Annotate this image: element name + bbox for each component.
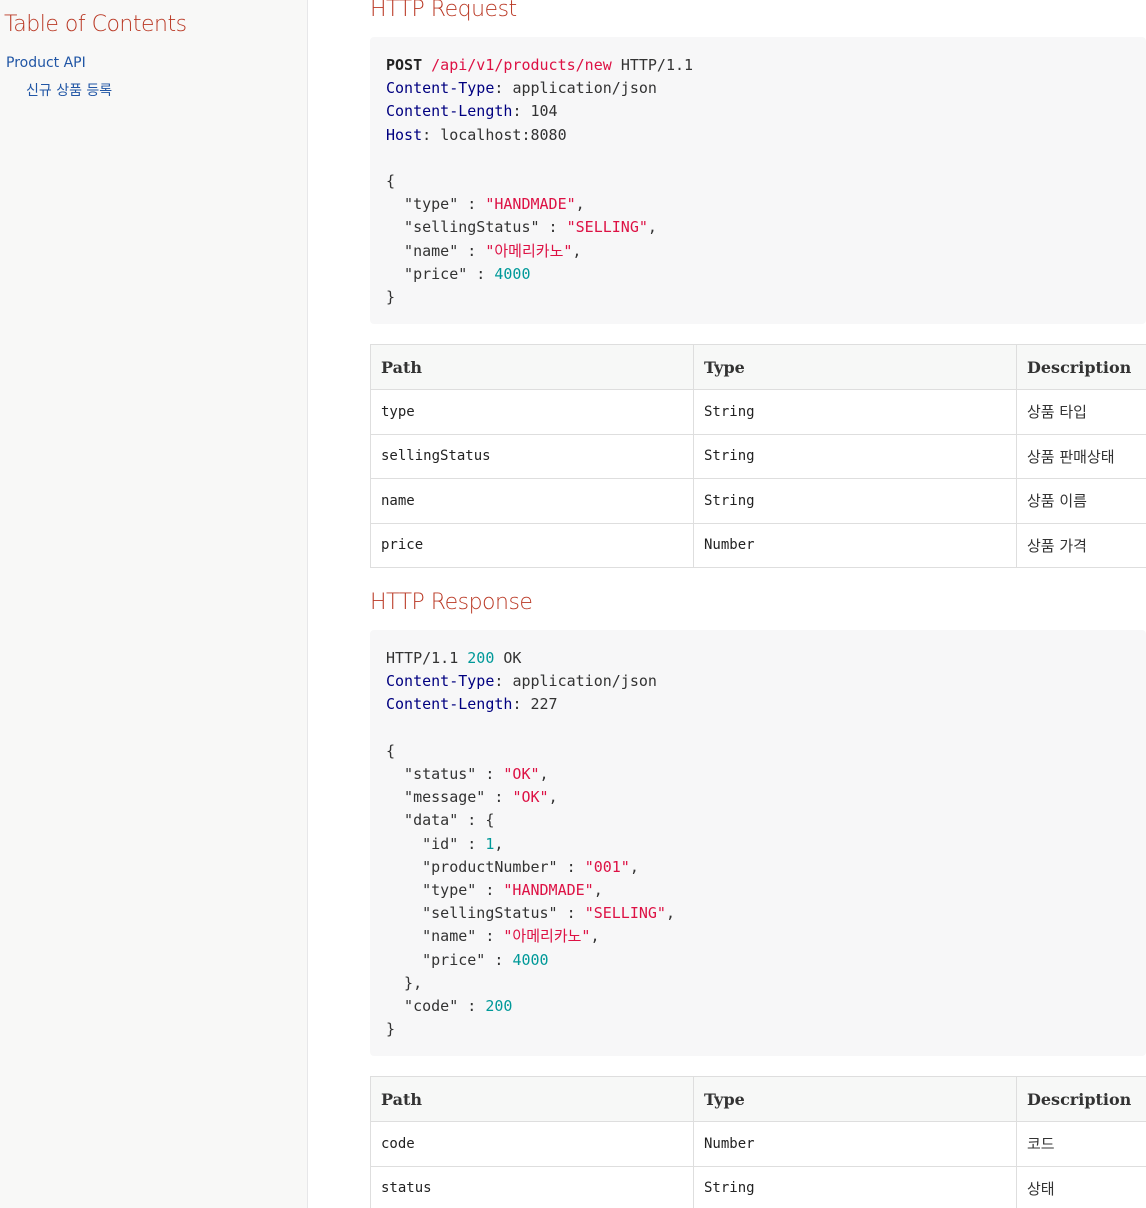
table-row: name String 상품 이름 (370, 478, 1146, 524)
column-header-path: Path (370, 344, 694, 390)
request-header-name: Content-Type (386, 79, 495, 98)
request-header-value: application/json (512, 79, 657, 98)
request-header-value: 104 (530, 102, 558, 121)
field-type: String (693, 1165, 1017, 1208)
http-response-listing: HTTP/1.1 200 OK Content-Type: applicatio… (370, 630, 1146, 1056)
column-header-type: Type (693, 1076, 1017, 1122)
response-data-price: 4000 (512, 950, 549, 969)
column-header-path: Path (370, 1076, 694, 1122)
toc-sidebar: Table of Contents Product API 신규 상품 등록 (0, 0, 308, 1208)
field-path: code (370, 1121, 694, 1167)
field-description: 상품 이름 (1016, 478, 1146, 524)
http-request-code: POST /api/v1/products/new HTTP/1.1 Conte… (386, 56, 694, 307)
field-path: price (370, 522, 694, 568)
http-response-heading: HTTP Response (370, 590, 533, 615)
field-type: String (693, 478, 1017, 524)
request-path: /api/v1/products/new (431, 56, 612, 74)
column-header-type: Type (693, 344, 1017, 390)
field-description: 코드 (1016, 1121, 1146, 1167)
table-header-row: Path Type Description (370, 344, 1146, 390)
request-protocol: HTTP/1.1 (620, 56, 694, 74)
column-header-description: Description (1016, 344, 1146, 390)
request-body-price: 4000 (494, 264, 531, 283)
field-description: 상품 가격 (1016, 522, 1146, 568)
response-header-value: application/json (512, 672, 657, 691)
table-row: type String 상품 타입 (370, 389, 1146, 435)
field-type: Number (693, 522, 1017, 568)
response-fields-table: Path Type Description code Number 코드 sta… (370, 1076, 1146, 1208)
field-path: sellingStatus (370, 433, 694, 479)
column-header-description: Description (1016, 1076, 1146, 1122)
response-data-selling-status: "SELLING" (584, 904, 666, 923)
table-row: price Number 상품 가격 (370, 522, 1146, 568)
toc-link-product-api[interactable]: Product API (6, 55, 86, 71)
response-protocol: HTTP/1.1 (386, 649, 459, 667)
response-data-id: 1 (485, 834, 495, 853)
field-type: String (693, 389, 1017, 435)
response-body-message: "OK" (512, 788, 549, 807)
response-header-name: Content-Type (386, 672, 495, 691)
field-type: String (693, 433, 1017, 479)
toc-title: Table of Contents (4, 12, 187, 37)
request-method: POST (386, 56, 423, 74)
field-description: 상태 (1016, 1165, 1146, 1208)
request-body-name: "아메리카노" (485, 241, 573, 260)
response-data-type: "HANDMADE" (503, 881, 594, 900)
response-header-value: 227 (530, 695, 558, 714)
table-row: sellingStatus String 상품 판매상태 (370, 433, 1146, 479)
response-status-code: 200 (467, 649, 495, 667)
response-data-name: "아메리카노" (503, 927, 591, 946)
request-header-name: Content-Length (386, 102, 513, 121)
field-path: type (370, 389, 694, 435)
request-header-value: localhost:8080 (440, 125, 567, 144)
request-header-name: Host (386, 125, 423, 144)
table-header-row: Path Type Description (370, 1076, 1146, 1122)
table-row: status String 상태 (370, 1165, 1146, 1208)
request-fields-table: Path Type Description type String 상품 타입 … (370, 344, 1146, 568)
response-body-code: 200 (485, 997, 513, 1016)
request-body-type: "HANDMADE" (485, 195, 576, 214)
http-response-code: HTTP/1.1 200 OK Content-Type: applicatio… (386, 649, 675, 1039)
field-description: 상품 타입 (1016, 389, 1146, 435)
http-request-heading: HTTP Request (370, 0, 517, 22)
http-request-listing: POST /api/v1/products/new HTTP/1.1 Conte… (370, 37, 1146, 324)
field-type: Number (693, 1121, 1017, 1167)
toc-link-new-product[interactable]: 신규 상품 등록 (26, 80, 112, 100)
field-description: 상품 판매상태 (1016, 433, 1146, 479)
response-data-product-number: "001" (584, 857, 630, 876)
field-path: name (370, 478, 694, 524)
response-status-text: OK (503, 649, 522, 667)
response-header-name: Content-Length (386, 695, 513, 714)
field-path: status (370, 1165, 694, 1208)
table-row: code Number 코드 (370, 1121, 1146, 1167)
response-body-status: "OK" (503, 765, 540, 784)
request-body-selling-status: "SELLING" (566, 218, 648, 237)
